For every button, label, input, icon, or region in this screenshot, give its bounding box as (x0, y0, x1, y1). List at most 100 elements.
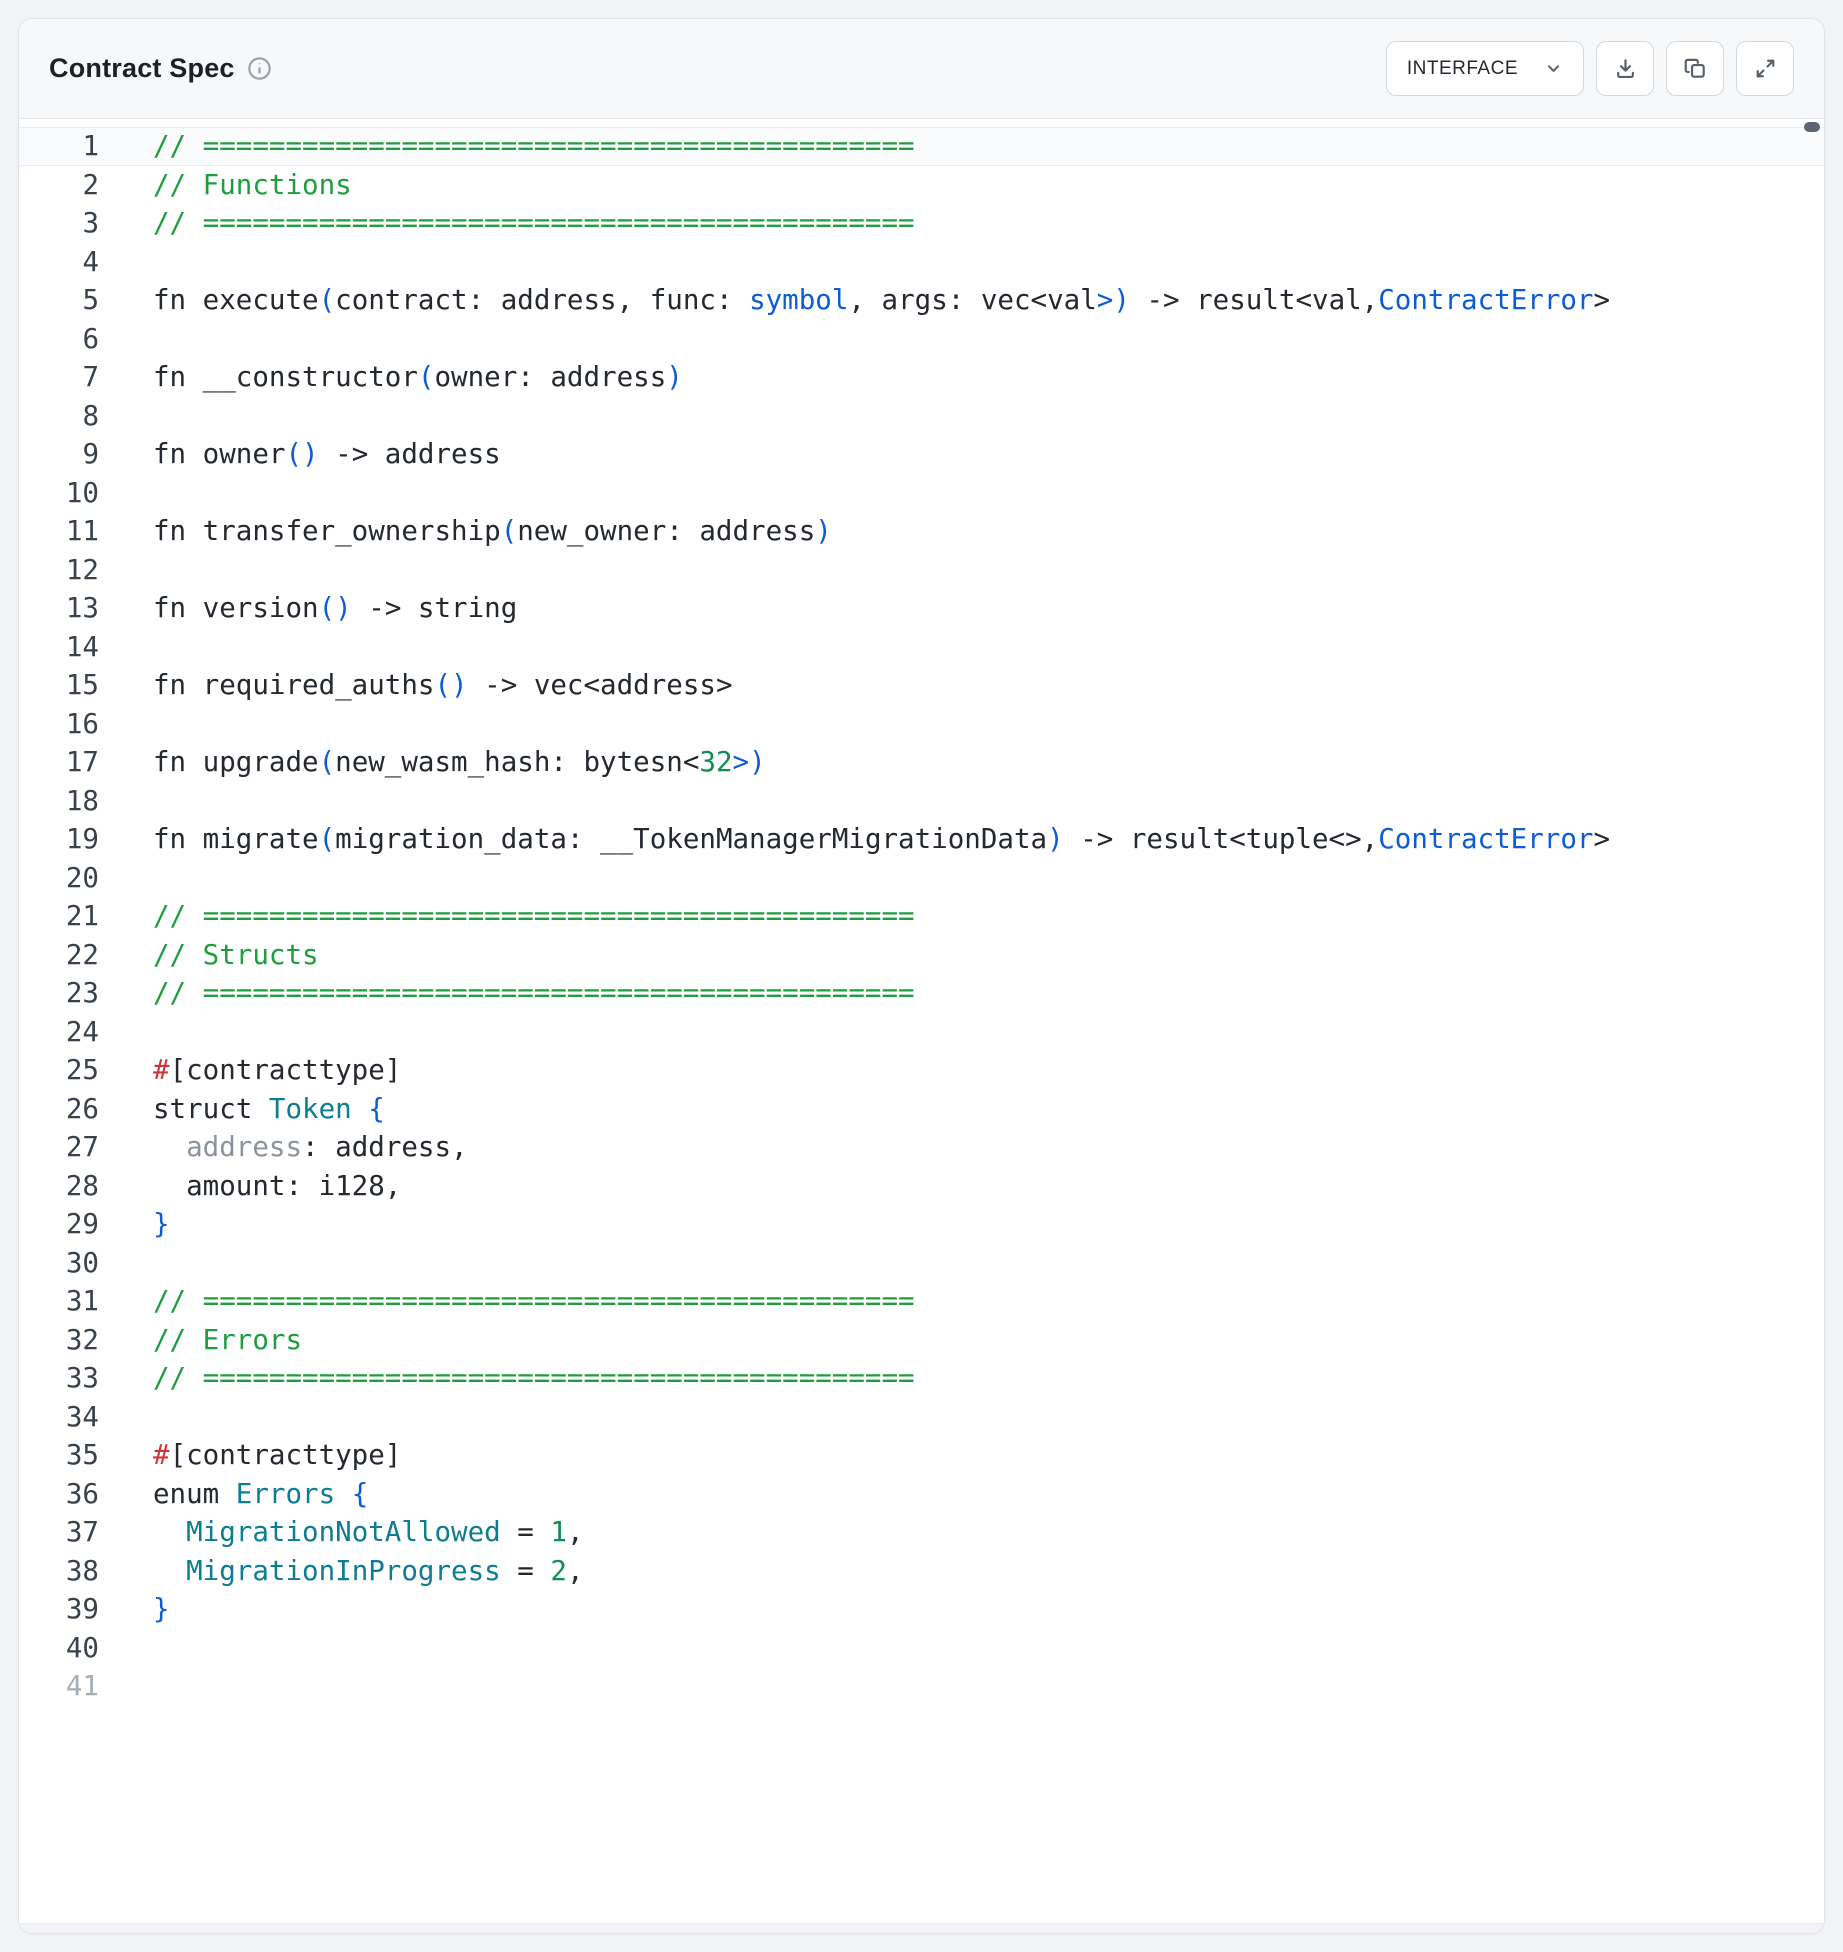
code-line[interactable]: 32 // Errors (19, 1321, 1824, 1360)
line-number: 8 (19, 397, 99, 436)
interface-dropdown[interactable]: INTERFACE (1386, 41, 1584, 96)
code-token: fn execute (153, 284, 319, 316)
download-button[interactable] (1596, 41, 1654, 96)
code-line[interactable]: 28 amount: i128, (19, 1167, 1824, 1206)
line-content: #[contracttype] (153, 1436, 401, 1475)
line-content: // =====================================… (153, 974, 915, 1013)
line-number: 2 (19, 166, 99, 205)
code-line[interactable]: 34 (19, 1398, 1824, 1437)
line-number: 16 (19, 705, 99, 744)
code-line[interactable]: 15fn required_auths() -> vec<address> (19, 666, 1824, 705)
code-token: > (1593, 284, 1610, 316)
code-token (153, 1516, 186, 1548)
code-token: ( (319, 284, 336, 316)
line-content (153, 1629, 170, 1668)
code-line[interactable]: 33// ===================================… (19, 1359, 1824, 1398)
code-line[interactable]: 38 MigrationInProgress = 2, (19, 1552, 1824, 1591)
code-token: -> vec<address> (468, 669, 733, 701)
line-number: 13 (19, 589, 99, 628)
code-line[interactable]: 3// ====================================… (19, 204, 1824, 243)
code-token: } (153, 1208, 170, 1240)
code-line[interactable]: 11fn transfer_ownership(new_owner: addre… (19, 512, 1824, 551)
code-line[interactable]: 30 (19, 1244, 1824, 1283)
copy-icon (1684, 57, 1707, 80)
line-number: 5 (19, 281, 99, 320)
line-content: // =====================================… (153, 1282, 915, 1321)
code-line[interactable]: 40 (19, 1629, 1824, 1668)
code-token (352, 1093, 369, 1125)
line-number: 41 (19, 1667, 99, 1706)
line-content: fn migrate(migration_data: __TokenManage… (153, 820, 1610, 859)
code-line[interactable]: 19 fn migrate(migration_data: __TokenMana… (19, 820, 1824, 859)
line-content (153, 1244, 170, 1283)
code-line[interactable]: 14 (19, 628, 1824, 667)
code-line[interactable]: 9fn owner() -> address (19, 435, 1824, 474)
code-line[interactable]: 23// ===================================… (19, 974, 1824, 1013)
line-number: 4 (19, 243, 99, 282)
code-line[interactable]: 8 (19, 397, 1824, 436)
line-number: 3 (19, 204, 99, 243)
code-line[interactable]: 6 (19, 320, 1824, 359)
code-lines: 1// ====================================… (19, 127, 1824, 1706)
code-token: ContractError (1378, 284, 1593, 316)
code-line[interactable]: 31 // ===================================… (19, 1282, 1824, 1321)
code-token: // =====================================… (153, 977, 915, 1009)
code-token: , (567, 1516, 584, 1548)
line-content: // Functions (153, 166, 352, 205)
code-token: // =====================================… (153, 900, 915, 932)
code-line[interactable]: 2 // Functions (19, 166, 1824, 205)
line-number: 12 (19, 551, 99, 590)
code-line[interactable]: 36enum Errors { (19, 1475, 1824, 1514)
code-line[interactable]: 25#[contracttype] (19, 1051, 1824, 1090)
code-line[interactable]: 29} (19, 1205, 1824, 1244)
code-token: } (153, 1593, 170, 1625)
line-content (153, 397, 170, 436)
vertical-scrollbar-thumb[interactable] (1804, 122, 1820, 132)
code-line[interactable]: 12 (19, 551, 1824, 590)
code-line[interactable]: 7fn __constructor(owner: address) (19, 358, 1824, 397)
line-content (153, 1398, 170, 1437)
code-line[interactable]: 27 address: address, (19, 1128, 1824, 1167)
line-content: // =====================================… (153, 1359, 915, 1398)
line-number: 32 (19, 1321, 99, 1360)
line-content: MigrationNotAllowed = 1, (153, 1513, 584, 1552)
line-content: // Errors (153, 1321, 302, 1360)
code-line[interactable]: 10 (19, 474, 1824, 513)
code-line[interactable]: 35#[contracttype] (19, 1436, 1824, 1475)
code-line[interactable]: 41 (19, 1667, 1824, 1706)
code-line[interactable]: 16 (19, 705, 1824, 744)
code-area[interactable]: 1// ====================================… (19, 119, 1824, 1933)
line-number: 26 (19, 1090, 99, 1129)
horizontal-scrollbar[interactable] (19, 1923, 1824, 1933)
line-content: amount: i128, (153, 1167, 401, 1206)
code-line[interactable]: 1// ====================================… (19, 127, 1824, 166)
code-token: MigrationInProgress (186, 1555, 501, 1587)
code-line[interactable]: 13fn version() -> string (19, 589, 1824, 628)
code-token: ) (666, 361, 683, 393)
code-line[interactable]: 37 MigrationNotAllowed = 1, (19, 1513, 1824, 1552)
code-line[interactable]: 17fn upgrade(new_wasm_hash: bytesn<32>) (19, 743, 1824, 782)
code-token: > (1593, 823, 1610, 855)
code-token: , (567, 1555, 584, 1587)
code-token: ContractError (1378, 823, 1593, 855)
code-line[interactable]: 39} (19, 1590, 1824, 1629)
copy-button[interactable] (1666, 41, 1724, 96)
code-line[interactable]: 18 (19, 782, 1824, 821)
line-number: 19 (19, 820, 99, 859)
code-line[interactable]: 24 (19, 1013, 1824, 1052)
line-content: enum Errors { (153, 1475, 368, 1514)
line-number: 31 (19, 1282, 99, 1321)
code-token: { (352, 1478, 369, 1510)
code-line[interactable]: 26struct Token { (19, 1090, 1824, 1129)
info-icon[interactable] (247, 56, 272, 81)
line-content: fn __constructor(owner: address) (153, 358, 683, 397)
code-line[interactable]: 5fn execute(contract: address, func: sym… (19, 281, 1824, 320)
code-line[interactable]: 22// Structs (19, 936, 1824, 975)
expand-button[interactable] (1736, 41, 1794, 96)
code-line[interactable]: 4 (19, 243, 1824, 282)
code-token: amount: i128, (153, 1170, 401, 1202)
code-line[interactable]: 20 (19, 859, 1824, 898)
line-number: 6 (19, 320, 99, 359)
code-line[interactable]: 21// ===================================… (19, 897, 1824, 936)
code-token: , args: vec<val (848, 284, 1096, 316)
